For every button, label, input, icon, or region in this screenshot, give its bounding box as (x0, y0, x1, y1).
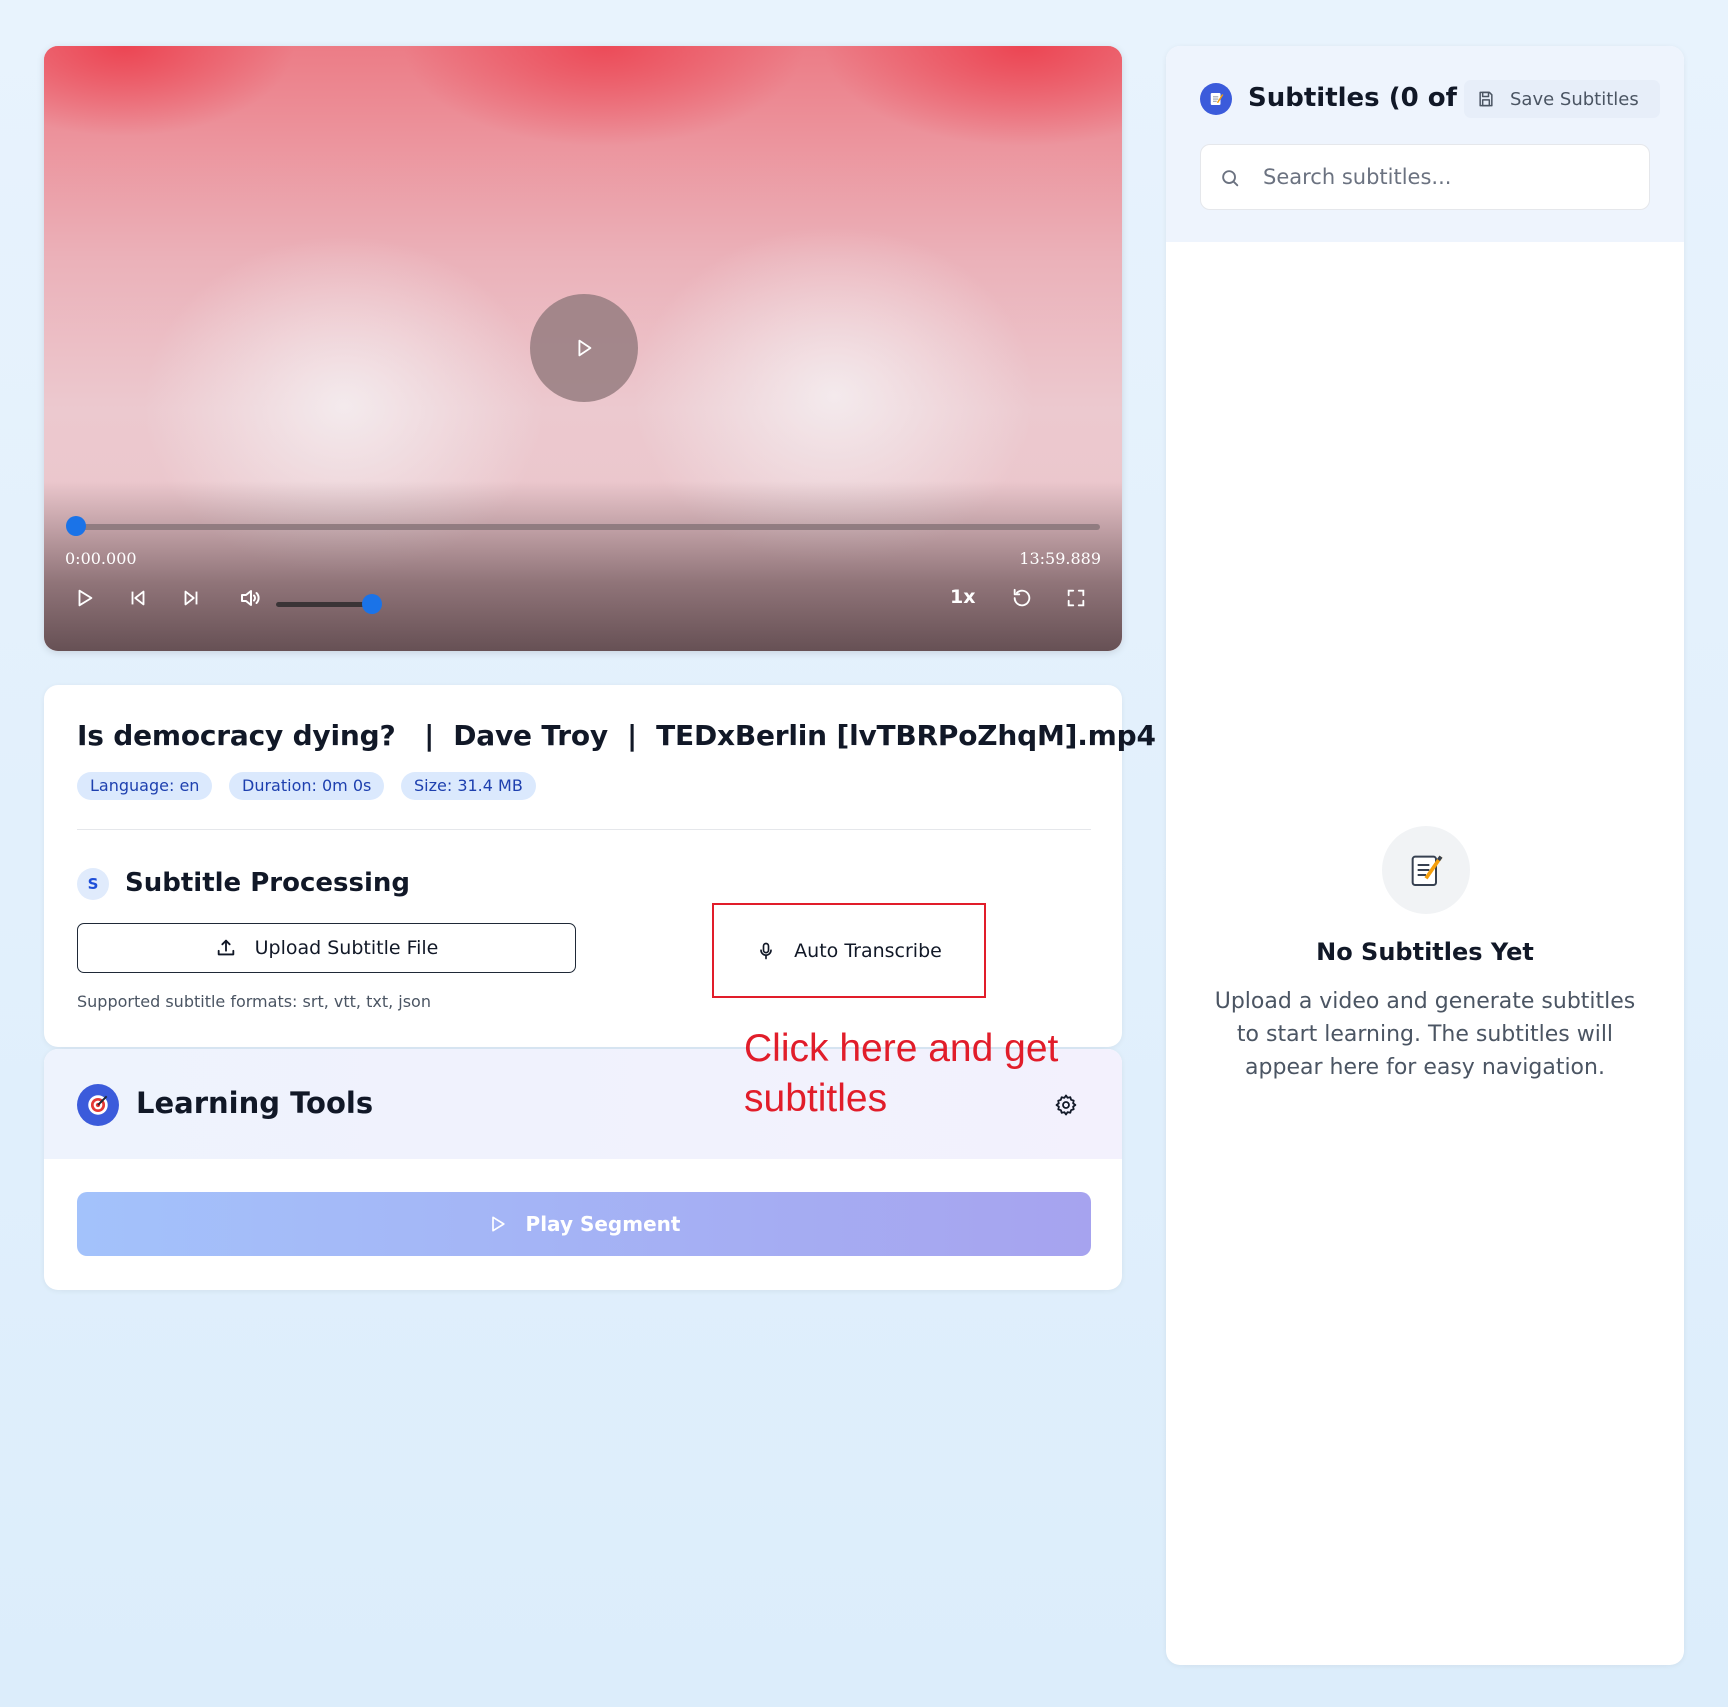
video-player[interactable]: 0:00.000 13:59.889 1x (44, 46, 1122, 651)
play-icon (578, 339, 592, 357)
upload-icon (217, 939, 234, 956)
volume-button[interactable] (234, 582, 266, 614)
notepad-icon (1382, 826, 1470, 914)
microphone-icon (760, 942, 773, 959)
playback-speed[interactable]: 1x (950, 586, 975, 608)
current-time: 0:00.000 (65, 549, 137, 568)
save-subtitles-label: Save Subtitles (1510, 88, 1639, 110)
subtitles-panel-header: Subtitles (0 of 0) Save Subtitles (1166, 46, 1684, 242)
subtitles-count-title: Subtitles (0 of 0) (1248, 83, 1496, 113)
empty-state-text: Upload a video and generate subtitles to… (1214, 989, 1636, 1080)
save-icon (1479, 91, 1493, 107)
duration-chip: Duration: 0m 0s (229, 772, 385, 800)
video-title: Is democracy dying? | Dave Troy | TEDxBe… (77, 719, 1156, 752)
auto-transcribe-button[interactable]: Auto Transcribe (712, 903, 986, 998)
size-chip: Size: 31.4 MB (401, 772, 536, 800)
divider (77, 829, 1091, 830)
empty-state-title: No Subtitles Yet (1316, 938, 1534, 966)
subtitles-panel: Subtitles (0 of 0) Save Subtitles No Sub… (1166, 46, 1684, 1665)
play-segment-button[interactable]: Play Segment (77, 1192, 1091, 1256)
auto-transcribe-label: Auto Transcribe (794, 939, 942, 962)
controls-overlay (44, 481, 1122, 651)
target-icon (77, 1084, 119, 1126)
duration-time: 13:59.889 (1019, 549, 1101, 568)
search-box[interactable] (1200, 144, 1650, 210)
language-chip: Language: en (77, 772, 213, 800)
annotation-callout: Click here and get subtitles (744, 1027, 1059, 1120)
upload-subtitle-button[interactable]: Upload Subtitle File (77, 923, 576, 973)
search-input[interactable] (1263, 145, 1633, 209)
volume-handle[interactable] (362, 594, 382, 614)
upload-subtitle-label: Upload Subtitle File (254, 937, 439, 959)
play-icon (78, 589, 93, 607)
learning-tools-title: Learning Tools (136, 1086, 374, 1120)
supported-formats-note: Supported subtitle formats: srt, vtt, tx… (77, 992, 431, 1011)
play-segment-label: Play Segment (525, 1212, 681, 1236)
fullscreen-button[interactable] (1060, 582, 1092, 614)
fullscreen-icon (1067, 589, 1085, 607)
progress-bar[interactable] (76, 524, 1100, 530)
center-play-button[interactable] (530, 294, 638, 402)
play-icon (491, 1216, 505, 1232)
search-icon (1222, 170, 1239, 187)
skip-forward-icon (184, 590, 198, 606)
volume-icon (241, 590, 260, 606)
notepad-icon (1200, 83, 1232, 115)
skip-forward-button[interactable] (175, 582, 207, 614)
volume-level (276, 602, 373, 607)
skip-back-icon (131, 590, 145, 606)
replay-button[interactable] (1006, 582, 1038, 614)
skip-back-button[interactable] (122, 582, 154, 614)
play-button[interactable] (69, 582, 101, 614)
progress-handle[interactable] (66, 516, 86, 536)
replay-icon (1013, 588, 1031, 607)
subtitle-processing-title: Subtitle Processing (125, 868, 410, 898)
video-info-card: Is democracy dying? | Dave Troy | TEDxBe… (44, 685, 1156, 1047)
save-subtitles-button[interactable]: Save Subtitles (1464, 80, 1660, 118)
section-badge: S (77, 868, 109, 900)
